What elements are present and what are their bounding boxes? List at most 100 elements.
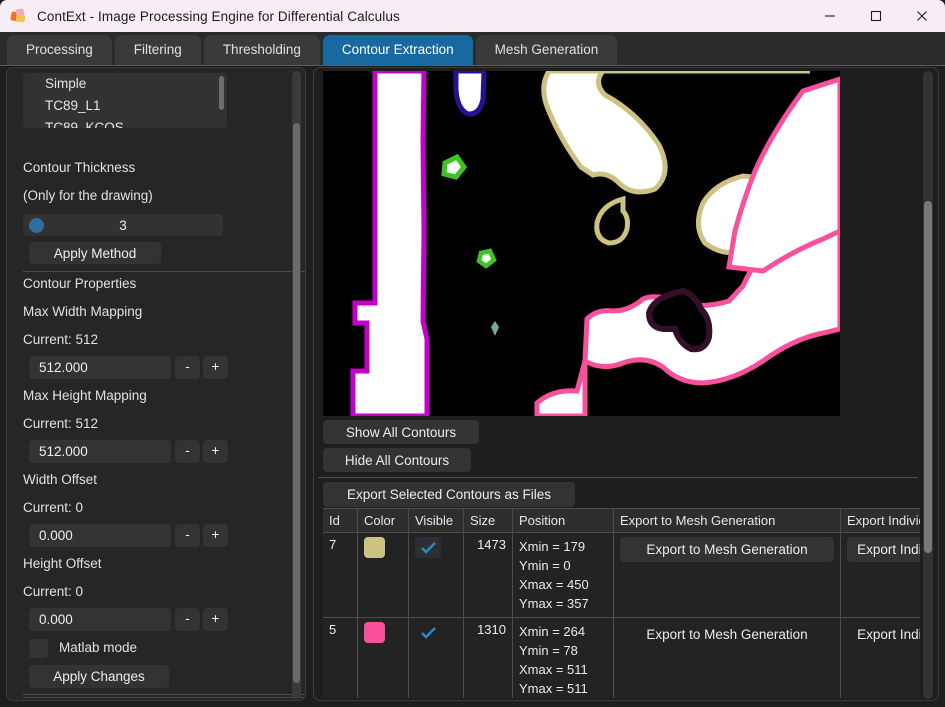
height-offset-label: Height Offset <box>23 556 102 571</box>
column-header-position[interactable]: Position <box>512 509 614 533</box>
contour-thickness-label: Contour Thickness <box>23 160 136 175</box>
window-controls <box>807 0 945 32</box>
results-panel-scrollbar[interactable] <box>923 71 933 699</box>
position-ymax: Ymax = 357 <box>519 596 589 611</box>
cell-visible[interactable] <box>408 532 464 618</box>
column-header-size[interactable]: Size <box>463 509 513 533</box>
max-width-mapping-decrement[interactable]: - <box>175 356 200 379</box>
export-to-mesh-generation-button[interactable]: Export to Mesh Generation <box>620 537 834 562</box>
contour-thickness-note: (Only for the drawing) <box>23 188 153 203</box>
color-swatch <box>364 537 385 558</box>
cell-visible[interactable] <box>408 617 464 698</box>
width-offset-decrement[interactable]: - <box>175 524 200 547</box>
position-xmax: Xmax = 511 <box>519 662 588 677</box>
max-width-mapping-increment[interactable]: + <box>203 356 228 379</box>
max-height-mapping-decrement[interactable]: - <box>175 440 200 463</box>
matlab-mode-label: Matlab mode <box>59 640 138 655</box>
tab-processing[interactable]: Processing <box>7 35 112 65</box>
sidebar-scrollbar[interactable] <box>292 71 301 699</box>
cell-position: Xmin = 264 Ymin = 78 Xmax = 511 Ymax = 5… <box>512 617 614 698</box>
maximize-button[interactable] <box>853 0 899 32</box>
contour-thickness-slider[interactable]: 3 <box>23 214 223 236</box>
column-header-export-individual[interactable]: Export Individual... <box>840 509 920 533</box>
position-xmin: Xmin = 264 <box>519 624 586 639</box>
contour-results-panel: Show All Contours Hide All Contours Expo… <box>313 67 939 701</box>
apply-changes-button[interactable]: Apply Changes <box>29 665 169 688</box>
main-tabbar: Processing Filtering Thresholding Contou… <box>0 32 945 66</box>
position-ymin: Ymin = 0 <box>519 558 571 573</box>
width-offset-current: Current: 0 <box>23 500 84 515</box>
list-item[interactable]: Simple <box>23 73 227 95</box>
close-button[interactable] <box>899 0 945 32</box>
position-ymin: Ymin = 78 <box>519 643 578 658</box>
contour-preview-image[interactable] <box>323 71 840 416</box>
tab-filtering[interactable]: Filtering <box>114 35 201 65</box>
cell-id: 5 <box>323 617 358 698</box>
max-height-mapping-increment[interactable]: + <box>203 440 228 463</box>
list-item[interactable]: TC89_L1 <box>23 95 227 117</box>
visible-checkbox[interactable] <box>415 622 441 643</box>
window-title: ContExt - Image Processing Engine for Di… <box>37 8 400 24</box>
cell-export-mesh[interactable]: Export to Mesh Generation <box>613 532 841 618</box>
height-offset-input[interactable]: 0.000 <box>29 608 171 631</box>
height-offset-current: Current: 0 <box>23 584 84 599</box>
matlab-mode-checkbox[interactable] <box>29 639 48 658</box>
cell-export-individual[interactable]: Export Individual <box>840 532 920 618</box>
app-logo-icon <box>10 8 27 24</box>
contours-table-wrapper[interactable]: Id Color Visible Size Position Export to… <box>323 508 920 698</box>
show-all-contours-button[interactable]: Show All Contours <box>323 420 479 444</box>
results-panel-scrollbar-thumb[interactable] <box>924 201 932 553</box>
workspace: Simple TC89_L1 TC89_KCOS Contour Thickne… <box>0 67 945 707</box>
window-titlebar: ContExt - Image Processing Engine for Di… <box>0 0 945 32</box>
table-header-row: Id Color Visible Size Position Export to… <box>323 509 920 533</box>
max-height-mapping-current: Current: 512 <box>23 416 99 431</box>
contour-method-list[interactable]: Simple TC89_L1 TC89_KCOS <box>23 73 227 128</box>
minimize-button[interactable] <box>807 0 853 32</box>
cell-export-mesh[interactable]: Export to Mesh Generation <box>613 617 841 698</box>
max-height-mapping-input[interactable]: 512.000 <box>29 440 171 463</box>
hide-all-contours-button[interactable]: Hide All Contours <box>323 448 471 472</box>
export-to-mesh-generation-button[interactable]: Export to Mesh Generation <box>620 622 834 647</box>
width-offset-label: Width Offset <box>23 472 98 487</box>
position-xmin: Xmin = 179 <box>519 539 586 554</box>
max-width-mapping-input[interactable]: 512.000 <box>29 356 171 379</box>
height-offset-increment[interactable]: + <box>203 608 228 631</box>
tab-contour-extraction[interactable]: Contour Extraction <box>322 35 473 65</box>
method-list-scrollbar[interactable] <box>219 76 224 110</box>
cell-export-individual[interactable]: Export Individual <box>840 617 920 698</box>
tab-thresholding[interactable]: Thresholding <box>203 35 320 65</box>
position-xmax: Xmax = 450 <box>519 577 589 592</box>
cell-size: 1473 <box>463 532 513 618</box>
visible-checkbox[interactable] <box>415 537 441 558</box>
apply-method-button[interactable]: Apply Method <box>29 242 161 264</box>
column-header-export-mesh[interactable]: Export to Mesh Generation <box>613 509 841 533</box>
width-offset-increment[interactable]: + <box>203 524 228 547</box>
cell-id: 7 <box>323 532 358 618</box>
max-width-mapping-label: Max Width Mapping <box>23 304 143 319</box>
max-width-mapping-current: Current: 512 <box>23 332 99 347</box>
export-individual-button[interactable]: Export Individual <box>847 537 920 562</box>
width-offset-input[interactable]: 0.000 <box>29 524 171 547</box>
cell-size: 1310 <box>463 617 513 698</box>
column-header-id[interactable]: Id <box>323 509 358 533</box>
table-row[interactable]: 5 1310 Xmin = 264 Ymin = 78 Xmax = 511 Y… <box>323 617 920 698</box>
table-row[interactable]: 7 1473 Xmin = 179 Ymin = 0 Xmax = 450 Ym… <box>323 532 920 618</box>
sidebar-scrollbar-thumb[interactable] <box>293 123 300 683</box>
cell-color[interactable] <box>357 617 409 698</box>
list-item[interactable]: TC89_KCOS <box>23 117 227 128</box>
cell-position: Xmin = 179 Ymin = 0 Xmax = 450 Ymax = 35… <box>512 532 614 618</box>
export-individual-button[interactable]: Export Individual <box>847 622 920 647</box>
panel-bottom-divider <box>23 692 305 698</box>
contour-thickness-value: 3 <box>119 217 127 233</box>
column-header-color[interactable]: Color <box>357 509 409 533</box>
color-swatch <box>364 622 385 643</box>
export-selected-contours-button[interactable]: Export Selected Contours as Files <box>323 482 575 507</box>
contour-settings-panel: Simple TC89_L1 TC89_KCOS Contour Thickne… <box>6 67 306 701</box>
slider-knob[interactable] <box>29 218 44 233</box>
contours-table: Id Color Visible Size Position Export to… <box>323 509 920 698</box>
cell-color[interactable] <box>357 532 409 618</box>
contour-properties-label: Contour Properties <box>23 276 137 291</box>
height-offset-decrement[interactable]: - <box>175 608 200 631</box>
column-header-visible[interactable]: Visible <box>408 509 464 533</box>
tab-mesh-generation[interactable]: Mesh Generation <box>475 35 618 65</box>
